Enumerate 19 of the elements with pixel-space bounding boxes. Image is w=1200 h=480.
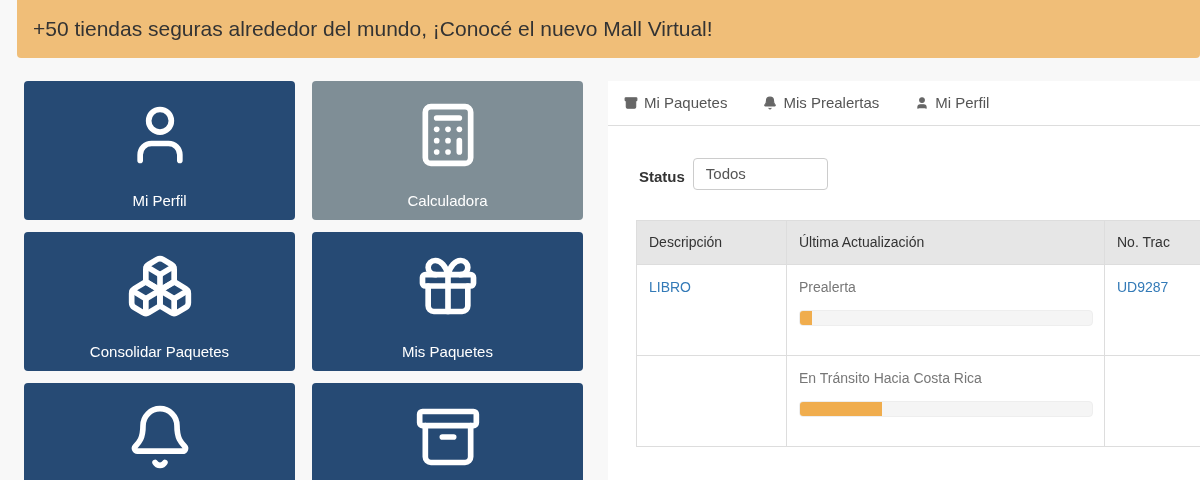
dashboard-tile[interactable]: Mis Paquetes	[312, 232, 583, 371]
tracking-link[interactable]: UD9287	[1117, 279, 1169, 295]
archive-icon	[624, 96, 638, 110]
status-text: En Tránsito Hacia Costa Rica	[799, 369, 983, 388]
description-link[interactable]: LIBRO	[649, 279, 691, 295]
nav-tab[interactable]: Mis Prealertas	[763, 91, 880, 115]
column-header: Última Actualización	[786, 220, 1105, 265]
status-label: Status	[639, 166, 685, 187]
announcement-banner: +50 tiendas seguras alrededor del mundo, ¡Conocé el nuevo Mall Virtual!	[17, 0, 1200, 58]
status-select[interactable]: Todos	[692, 158, 828, 190]
nav-tab[interactable]: Mi Perfil	[915, 91, 990, 115]
nav-tab[interactable]: Mi Paquetes	[624, 91, 728, 115]
column-header: No. Trac	[1104, 220, 1200, 265]
column-header: Descripción	[636, 220, 787, 265]
dashboard-tile[interactable]: Consolidar Paquetes	[24, 232, 295, 371]
bell-icon	[763, 96, 778, 110]
dashboard-tile[interactable]: Mi Perfil	[24, 81, 295, 220]
status-text: Prealerta	[799, 278, 857, 297]
user-icon	[915, 96, 930, 110]
